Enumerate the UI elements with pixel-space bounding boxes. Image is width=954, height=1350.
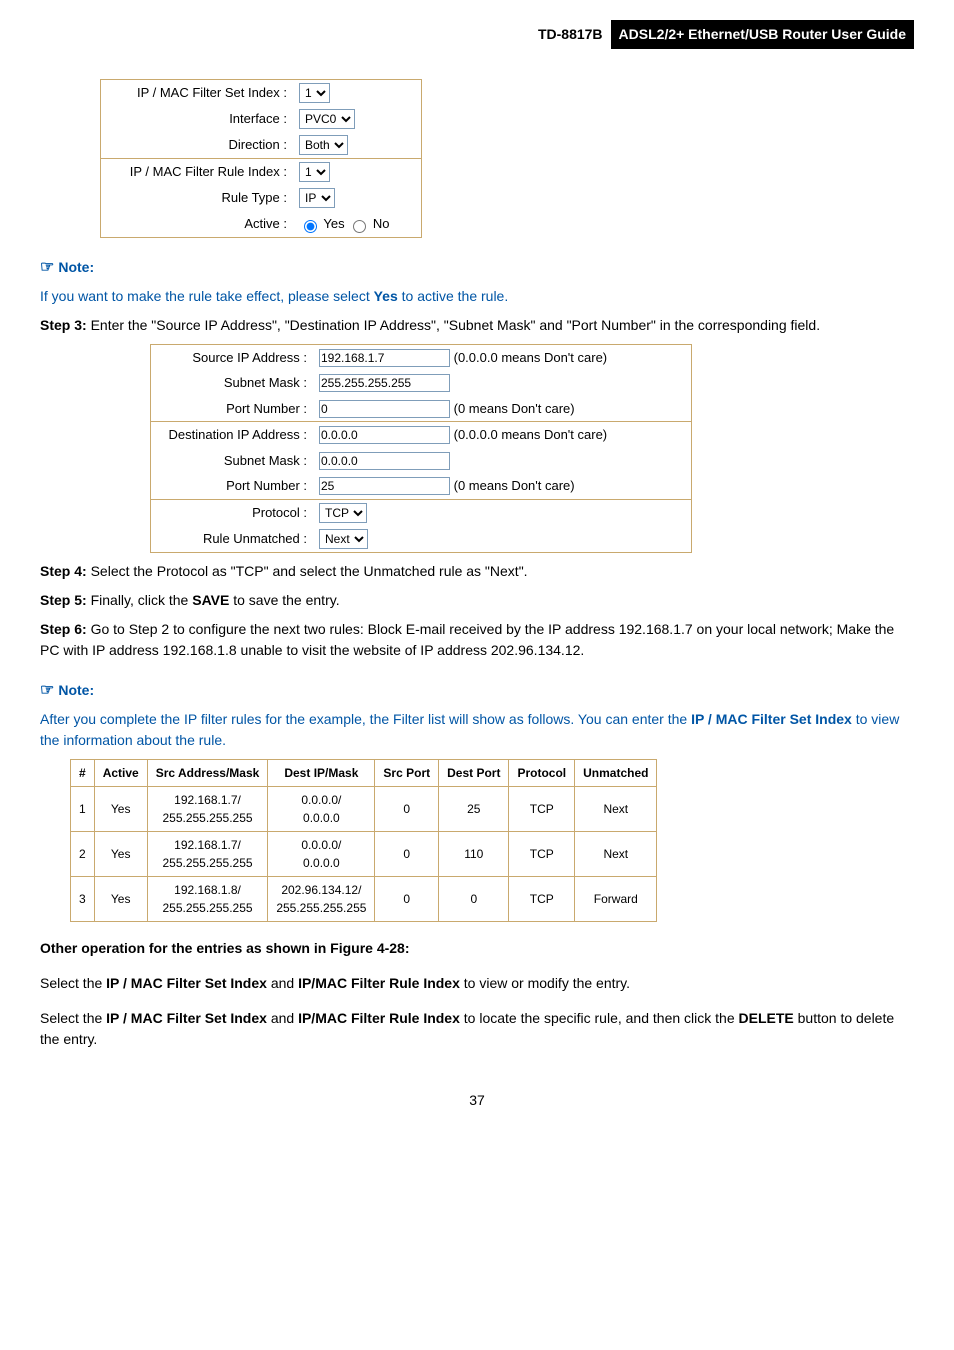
rule-type-select[interactable]: IP [299,188,335,208]
rule-type-select-label: Rule Type : [101,185,293,211]
product-code: TD-8817B [530,20,611,49]
source-0-hint: (0.0.0.0 means Don't care) [454,350,608,365]
filter-set-index-label: IP / MAC Filter Set Index : [101,80,293,106]
note-text-1: If you want to make the rule take effect… [40,286,914,307]
step-3: Step 3: Enter the "Source IP Address", "… [40,315,914,336]
dest-2-hint: (0 means Don't care) [454,478,575,493]
pointer-icon: ☞ [40,259,54,276]
note-heading: ☞Note: [40,256,914,280]
table-row: 1Yes192.168.1.7/ 255.255.255.2550.0.0.0/… [71,786,657,831]
source-2-input[interactable] [319,400,450,418]
table-header: Protocol [509,759,575,786]
source-1-label: Subnet Mask : [151,370,313,396]
dest-0-hint: (0.0.0.0 means Don't care) [454,427,608,442]
guide-title: ADSL2/2+ Ethernet/USB Router User Guide [611,20,914,49]
step-6: Step 6: Go to Step 2 to configure the ne… [40,619,914,661]
table-header: Unmatched [575,759,657,786]
active-label: Active : [101,211,293,237]
dest-0-label: Destination IP Address : [151,422,313,448]
page-header: TD-8817BADSL2/2+ Ethernet/USB Router Use… [40,20,914,49]
pointer-icon: ☞ [40,682,54,699]
active-no-radio[interactable]: No [348,216,389,231]
other-operation-line2: Select the IP / MAC Filter Set Index and… [40,1008,914,1050]
dest-2-label: Port Number : [151,473,313,499]
rule-unmatched-select[interactable]: Next [319,529,368,549]
table-header: Dest Port [439,759,509,786]
active-yes-radio[interactable]: Yes [299,216,345,231]
dest-1-label: Subnet Mask : [151,448,313,474]
table-header: Src Address/Mask [147,759,268,786]
table-row: 2Yes192.168.1.7/ 255.255.255.2550.0.0.0/… [71,831,657,876]
step-5: Step 5: Finally, click the SAVE to save … [40,590,914,611]
other-operation-heading: Other operation for the entries as shown… [40,938,914,959]
dest-1-input[interactable] [319,452,450,470]
source-1-input[interactable] [319,374,450,392]
direction-select[interactable]: Both [299,135,348,155]
filter-set-index[interactable]: 1 [299,83,330,103]
other-operation-line1: Select the IP / MAC Filter Set Index and… [40,973,914,994]
filter-config-box1: IP / MAC Filter Set Index : 1 Interface :… [100,79,422,238]
dest-2-input[interactable] [319,477,450,495]
rule-unmatched-select-label: Rule Unmatched : [151,526,313,552]
note-text-2: After you complete the IP filter rules f… [40,709,914,751]
table-header: Dest IP/Mask [268,759,375,786]
interface-select-label: Interface : [101,106,293,132]
protocol-select-label: Protocol : [151,499,313,526]
filter-result-table: #ActiveSrc Address/MaskDest IP/MaskSrc P… [70,759,657,922]
source-2-hint: (0 means Don't care) [454,401,575,416]
note-heading-2: ☞Note: [40,679,914,703]
direction-select-label: Direction : [101,132,293,159]
table-header: Active [94,759,147,786]
source-0-label: Source IP Address : [151,345,313,371]
source-2-label: Port Number : [151,396,313,422]
table-header: Src Port [375,759,439,786]
table-row: 3Yes192.168.1.8/ 255.255.255.255202.96.1… [71,876,657,921]
filter-rule-index[interactable]: 1 [299,162,330,182]
step-4: Step 4: Select the Protocol as "TCP" and… [40,561,914,582]
interface-select[interactable]: PVC0 [299,109,355,129]
source-0-input[interactable] [319,349,450,367]
dest-0-input[interactable] [319,426,450,444]
filter-config-box2: Source IP Address : (0.0.0.0 means Don't… [150,344,692,553]
table-header: # [71,759,95,786]
filter-rule-index-label: IP / MAC Filter Rule Index : [101,159,293,186]
page-number: 37 [40,1090,914,1111]
protocol-select[interactable]: TCP [319,503,367,523]
